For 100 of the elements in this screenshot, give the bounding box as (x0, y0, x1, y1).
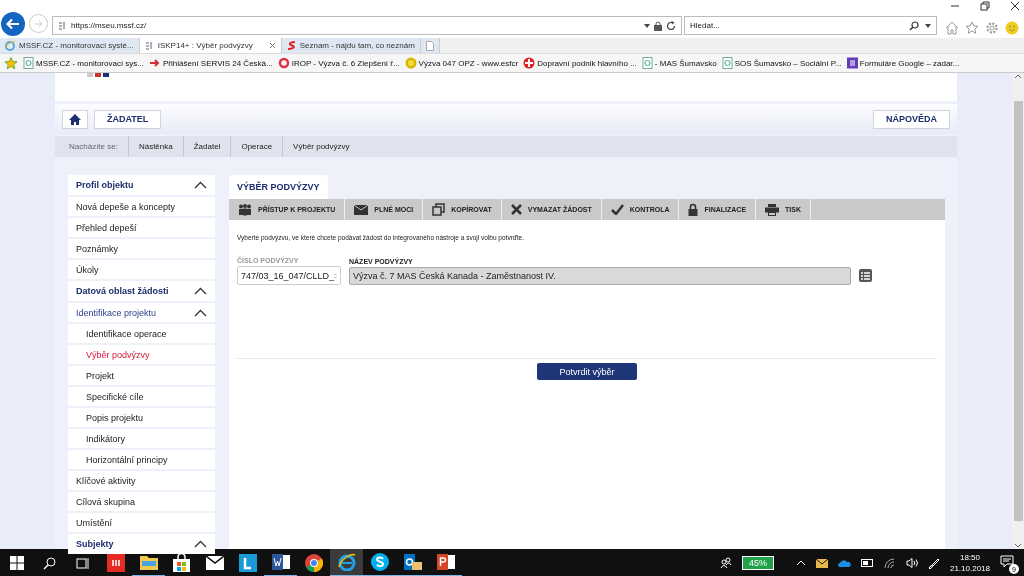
favorite-label: Formuláre Google – zadar... (859, 58, 960, 68)
pen-icon[interactable] (927, 557, 940, 569)
cloud-icon[interactable] (837, 559, 851, 567)
favorite-link[interactable]: SOS Šumavsko – Sociální P... (721, 57, 842, 69)
breadcrumb-link[interactable]: Nástěnka (127, 136, 183, 157)
favorite-link[interactable]: IROP - Výzva č. 6 Zlepšení ř... (277, 57, 400, 69)
list-button[interactable] (859, 269, 872, 282)
favorite-label: Přihlášení SERVIS 24 Česká... (163, 58, 273, 68)
sidebar-item[interactable]: Horizontální principy (68, 450, 215, 469)
app-icon (106, 554, 125, 572)
breadcrumb-link[interactable]: Operace (230, 136, 283, 157)
chevron-up-icon[interactable] (194, 287, 207, 295)
close-icon[interactable] (1010, 1, 1020, 11)
favorite-link[interactable]: Přihlášení SERVIS 24 Česká... (149, 57, 273, 69)
battery-icon[interactable] (860, 559, 874, 567)
address-bar[interactable]: https://mseu.mssf.cz/ (52, 16, 682, 35)
search-field[interactable]: Hledat... (684, 16, 937, 35)
browser-tab[interactable]: MSSF.CZ - monitorovací systé... (0, 38, 140, 53)
favorite-link[interactable]: Dopravní podnik hlavního ... (523, 57, 637, 69)
back-arrow-icon (6, 18, 20, 30)
check-icon (610, 204, 624, 215)
search-input[interactable]: Hledat... (690, 21, 909, 30)
dropdown-icon[interactable] (644, 23, 650, 28)
powerpoint-icon (436, 553, 455, 571)
sidebar-item[interactable]: Popis projektu (68, 408, 215, 427)
page-icon (641, 57, 653, 69)
sidebar-item[interactable]: Cílová skupina (68, 492, 215, 511)
sidebar-item[interactable]: Subjekty (68, 534, 215, 554)
back-button[interactable] (1, 12, 25, 36)
favorite-link[interactable]: Formuláre Google – zadar... (846, 57, 960, 69)
page-icon (23, 57, 34, 69)
applicant-button[interactable]: ŽADATEL (94, 109, 162, 129)
sidebar-item[interactable]: Profil objektu (68, 175, 215, 195)
app-icon (238, 554, 257, 572)
lock-icon (688, 203, 699, 216)
people-icon[interactable] (719, 557, 732, 569)
favorite-link[interactable]: - MAS Šumavsko (641, 57, 717, 69)
chevron-up-icon[interactable] (194, 308, 207, 317)
scrollbar[interactable] (1012, 73, 1024, 549)
coin-icon (404, 57, 417, 69)
sidebar-item[interactable]: Nová depeše a koncepty (68, 197, 215, 216)
favorite-label: - MAS Šumavsko (654, 58, 717, 68)
favorite-label: IROP - Výzva č. 6 Zlepšení ř... (291, 58, 400, 68)
sidebar-item[interactable]: Indikátory (68, 429, 215, 448)
task-view-icon (75, 556, 90, 570)
favorite-label: MSSF.CZ - monitorovací sys... (36, 58, 145, 68)
sidebar-item[interactable]: Datová oblast žádosti (68, 281, 215, 301)
outlook-icon (403, 553, 422, 571)
confirm-button[interactable]: Potvrdit výběr (537, 363, 637, 380)
envelope-icon[interactable] (815, 558, 828, 568)
sidebar-item[interactable]: Umístění (68, 513, 215, 532)
star-icon[interactable] (965, 21, 979, 35)
breadcrumb-link[interactable]: Žadatel (182, 136, 231, 157)
sidebar-item[interactable]: Klíčové aktivity (68, 471, 215, 490)
settings-icon[interactable] (985, 21, 999, 35)
arrow-icon (149, 57, 162, 69)
form-icon (846, 57, 858, 69)
dropdown-icon[interactable] (925, 23, 931, 28)
wifi-icon[interactable] (883, 557, 896, 569)
number-field[interactable]: 747/03_16_047/CLLD_ (237, 266, 341, 285)
home-button[interactable] (62, 109, 88, 129)
taskbar-app[interactable] (330, 549, 363, 576)
lock-icon (654, 20, 662, 31)
help-button[interactable]: NÁPOVĚDA (873, 109, 950, 129)
search-icon[interactable] (909, 20, 919, 31)
home-icon (69, 113, 81, 125)
favorite-link[interactable]: MSSF.CZ - monitorovací sys... (23, 57, 145, 69)
name-field[interactable]: Výzva č. 7 MAS Česká Kanada - Zaměstnanost IV. (349, 267, 851, 285)
favorite-link[interactable]: Výzva 047 OPZ - www.esfcr (404, 57, 519, 69)
sidebar-item[interactable]: Přehled depeší (68, 218, 215, 237)
breadcrumb-link[interactable]: Výběr podvýzvy (282, 136, 360, 157)
folder-icon (139, 554, 158, 570)
chevron-up-icon[interactable] (194, 540, 207, 548)
clock-time[interactable]: 18:50 (959, 552, 980, 563)
refresh-icon[interactable] (666, 20, 676, 31)
envelope-icon (205, 556, 224, 570)
favorites-star-icon[interactable] (4, 56, 18, 70)
restore-icon[interactable] (980, 1, 990, 11)
sidebar-item[interactable]: Specifické cíle (68, 387, 215, 406)
chevron-up-icon[interactable] (194, 181, 207, 189)
sidebar-item[interactable]: Úkoly (68, 260, 215, 279)
tab-label: ISKP14+ : Výběr podvýzvy (157, 41, 253, 50)
skype-icon (370, 553, 389, 571)
page-tab[interactable]: VÝBĚR PODVÝZVY (229, 175, 328, 199)
browser-tab[interactable]: Seznam - najdu tam, co neznám (281, 38, 421, 53)
sidebar-item[interactable]: Identifikace projektu (68, 303, 215, 322)
windows-icon (9, 556, 24, 570)
home-icon[interactable] (945, 21, 959, 35)
favorite-label: SOS Šumavsko – Sociální P... (734, 58, 842, 68)
clock-date[interactable]: 21.10.2018 (949, 563, 990, 574)
scroll-down-icon[interactable] (1014, 543, 1022, 549)
printer-icon (765, 203, 780, 216)
shopping-bag-icon (173, 554, 190, 572)
sidebar-item[interactable]: Výběr podvýzvy (68, 345, 215, 364)
browser-tab[interactable]: ISKP14+ : Výběr podvýzvy (139, 38, 282, 53)
sidebar-item[interactable]: Poznámky (68, 239, 215, 258)
sidebar-item[interactable]: Projekt (68, 366, 215, 385)
scroll-up-icon[interactable] (1014, 73, 1022, 79)
speaker-icon[interactable] (905, 558, 918, 568)
sidebar-item[interactable]: Identifikace operace (68, 324, 215, 343)
